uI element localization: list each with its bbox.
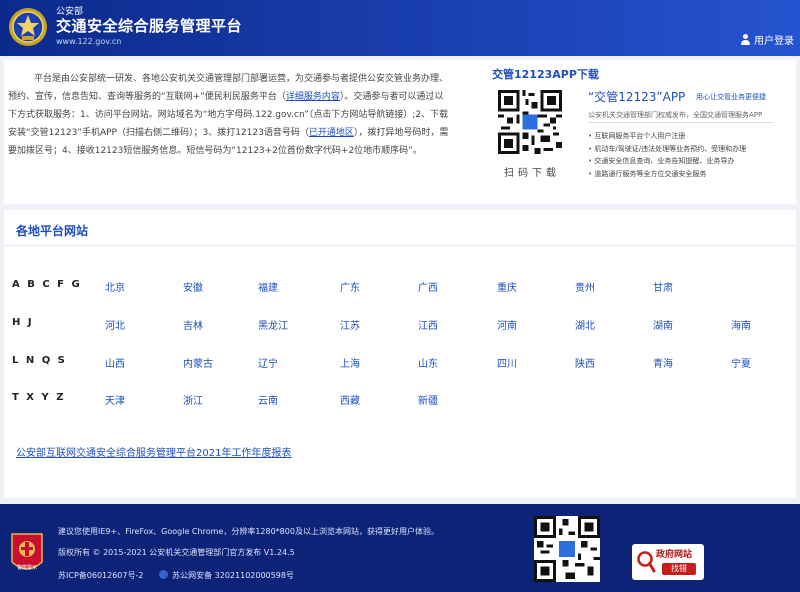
- province-link[interactable]: 西藏: [340, 392, 360, 407]
- region-letters: H J: [12, 317, 34, 328]
- province-link[interactable]: 广东: [340, 279, 360, 294]
- feature-item: 交通安全信息查询、业务告知提醒、业务导办: [588, 155, 746, 168]
- province-link[interactable]: 浙江: [183, 392, 203, 407]
- feature-item: 互联网服务平台个人用户注册: [588, 130, 746, 143]
- app-name: “交管12123”APP: [588, 90, 686, 104]
- site-header: 公安部 交通安全综合服务管理平台 www.122.gov.cn 用户登录: [0, 0, 800, 56]
- province-link[interactable]: 上海: [340, 355, 360, 370]
- province-link[interactable]: 江西: [418, 317, 438, 332]
- police-record-icon: [158, 570, 168, 579]
- open-regions-link[interactable]: 已开通地区: [309, 128, 354, 138]
- province-link[interactable]: 云南: [258, 392, 278, 407]
- police-emblem-icon[interactable]: [8, 6, 48, 48]
- app-tagline: 用心让交管业务更便捷: [696, 93, 766, 101]
- province-link[interactable]: 湖南: [653, 317, 673, 332]
- login-label: 用户登录: [754, 36, 794, 47]
- police-record[interactable]: 苏公网安备 32021102000598号: [172, 571, 294, 580]
- province-link[interactable]: 宁夏: [731, 355, 751, 370]
- province-link[interactable]: 内蒙古: [183, 355, 213, 370]
- province-link[interactable]: 山西: [105, 355, 125, 370]
- magnifier-icon: [637, 551, 656, 573]
- region-row: H J 河北 吉林 黑龙江 江苏 江西 河南 湖北 湖南 海南: [4, 314, 796, 334]
- app-description: 公安机关交通管理部门权威发布，全国交通管理服务APP: [588, 111, 763, 119]
- province-link[interactable]: 辽宁: [258, 355, 278, 370]
- site-url: www.122.gov.cn: [56, 37, 122, 46]
- province-link[interactable]: 陕西: [575, 355, 595, 370]
- region-row: L N Q S 山西 内蒙古 辽宁 上海 山东 四川 陕西 青海 宁夏: [4, 352, 796, 372]
- service-detail-link[interactable]: 详细服务内容: [286, 92, 340, 102]
- region-letters: L N Q S: [12, 355, 67, 366]
- region-letters: A B C F G: [12, 279, 82, 290]
- province-link[interactable]: 甘肃: [653, 279, 673, 294]
- province-link[interactable]: 北京: [105, 279, 125, 294]
- regions-heading-bar: 各地平台网站: [4, 210, 796, 246]
- browser-note: 建议您使用IE9+、FireFox、Google Chrome，分辨率1280*…: [58, 527, 439, 536]
- region-row: A B C F G 北京 安徽 福建 广东 广西 重庆 贵州 甘肃: [4, 276, 796, 296]
- province-link[interactable]: 安徽: [183, 279, 203, 294]
- find-error-label: 找错: [662, 563, 696, 575]
- province-link[interactable]: 新疆: [418, 392, 438, 407]
- intro-text: 平台是由公安部统一研发、各地公安机关交通管理部门部署运营，为交通参与者提供公安交…: [4, 70, 454, 160]
- app-qr-code-icon: [498, 90, 562, 154]
- gov-site-error-button[interactable]: 政府网站 找错: [632, 544, 704, 580]
- province-link[interactable]: 黑龙江: [258, 317, 288, 332]
- site-footer: 警徽警示 建议您使用IE9+、FireFox、Google Chrome，分辨率…: [0, 504, 800, 592]
- province-link[interactable]: 湖北: [575, 317, 595, 332]
- copyright: 版权所有 © 2015-2021 公安机关交通管理部门官方发布 V1.24.5: [58, 548, 295, 557]
- province-link[interactable]: 河南: [497, 317, 517, 332]
- province-link[interactable]: 吉林: [183, 317, 203, 332]
- feature-item: 机动车/驾驶证/违法处理等业务预约、受理和办理: [588, 143, 746, 156]
- region-letters: T X Y Z: [12, 392, 66, 403]
- province-link[interactable]: 贵州: [575, 279, 595, 294]
- footer-qr-code-icon: [534, 516, 600, 582]
- intro-card: 平台是由公安部统一研发、各地公安机关交通管理部门部署运营，为交通参与者提供公安交…: [4, 60, 796, 204]
- badge-text: 警徽警示: [17, 564, 37, 571]
- province-link[interactable]: 青海: [653, 355, 673, 370]
- app-feature-list: 互联网服务平台个人用户注册 机动车/驾驶证/违法处理等业务预约、受理和办理 交通…: [588, 130, 746, 180]
- login-link[interactable]: 用户登录: [740, 32, 794, 47]
- province-link[interactable]: 四川: [497, 355, 517, 370]
- scan-download-label: 扫码下载: [504, 168, 560, 179]
- province-link[interactable]: 江苏: [340, 317, 360, 332]
- site-title[interactable]: 交通安全综合服务管理平台: [56, 15, 242, 36]
- province-link[interactable]: 山东: [418, 355, 438, 370]
- regions-card: 各地平台网站 A B C F G 北京 安徽 福建 广东 广西 重庆 贵州 甘肃 H J 河北 吉林 黑…: [4, 210, 796, 498]
- province-link[interactable]: 重庆: [497, 279, 517, 294]
- province-link[interactable]: 福建: [258, 279, 278, 294]
- province-link[interactable]: 广西: [418, 279, 438, 294]
- region-row: T X Y Z 天津 浙江 云南 西藏 新疆: [4, 389, 796, 409]
- gov-site-title: 政府网站: [656, 550, 693, 560]
- regions-heading: 各地平台网站: [16, 224, 89, 238]
- province-link[interactable]: 河北: [105, 317, 125, 332]
- police-badge-icon[interactable]: 警徽警示: [10, 532, 44, 576]
- user-icon: [740, 34, 750, 45]
- app-divider: [588, 122, 774, 123]
- record-line: 苏ICP备06012607号-2 苏公网安备 32021102000598号: [58, 570, 294, 581]
- app-download-heading: 交管12123APP下载: [492, 68, 599, 81]
- icp-record[interactable]: 苏ICP备06012607号-2: [58, 571, 143, 580]
- feature-item: 道路通行服务等全方位交通安全服务: [588, 168, 746, 181]
- province-link[interactable]: 海南: [731, 317, 751, 332]
- annual-report-link[interactable]: 公安部互联网交通安全综合服务管理平台2021年工作年度报表: [16, 444, 291, 459]
- province-link[interactable]: 天津: [105, 392, 125, 407]
